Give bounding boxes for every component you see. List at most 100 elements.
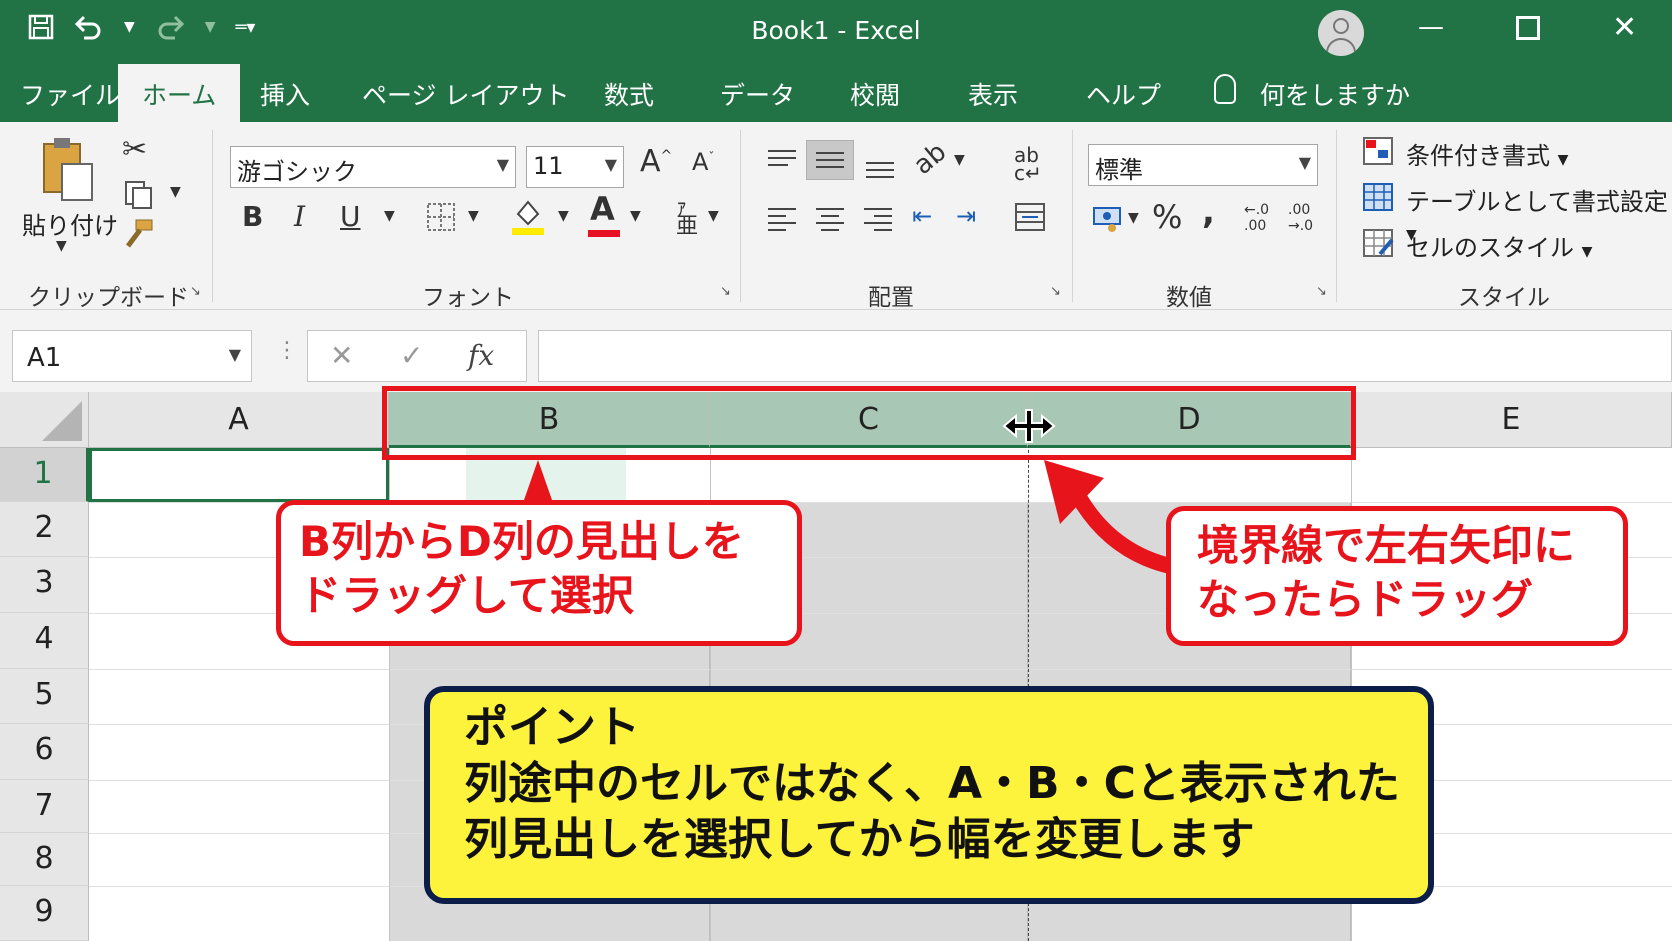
group-separator xyxy=(1072,130,1073,302)
align-bottom-icon[interactable] xyxy=(866,162,894,183)
select-all-button[interactable] xyxy=(0,392,89,448)
paste-label[interactable]: 貼り付け xyxy=(22,206,118,241)
font-group-label: フォント xyxy=(422,285,514,311)
group-separator xyxy=(740,130,741,302)
maximize-icon[interactable] xyxy=(1516,16,1540,40)
font-size-value: 11 xyxy=(533,152,564,180)
font-size-combo[interactable]: 11 ▼ xyxy=(526,146,624,188)
underline-button[interactable]: U xyxy=(340,200,361,233)
point-line-1: 列途中のセルではなく、A・B・Cと表示された xyxy=(464,758,1400,809)
merge-center-icon[interactable] xyxy=(1014,202,1046,232)
minimize-icon[interactable]: — xyxy=(1418,12,1444,42)
tab-page-layout[interactable]: ページ レイアウト xyxy=(362,76,569,112)
paste-dropdown-icon[interactable]: ▼ xyxy=(56,238,67,254)
bold-button[interactable]: B xyxy=(242,200,263,233)
point-note: ポイント 列途中のセルではなく、A・B・Cと表示された 列見出しを選択してから幅… xyxy=(424,686,1434,904)
copy-icon[interactable] xyxy=(124,180,154,210)
tell-me-search[interactable]: 何をしますか xyxy=(1260,76,1410,112)
percent-style-button[interactable]: % xyxy=(1152,198,1182,236)
conditional-formatting-label[interactable]: 条件付き書式 ▼ xyxy=(1406,136,1568,171)
active-cell-a1[interactable] xyxy=(89,448,389,502)
user-avatar-icon[interactable] xyxy=(1318,10,1364,56)
align-center-icon[interactable] xyxy=(816,208,844,236)
grow-font-button[interactable]: A^ xyxy=(640,144,672,179)
row-header-8[interactable]: 8 xyxy=(0,833,89,886)
italic-button[interactable]: I xyxy=(294,200,305,233)
phonetic-dropdown-icon[interactable]: ▼ xyxy=(708,208,719,224)
tab-file[interactable]: ファイル xyxy=(20,76,120,112)
borders-icon[interactable] xyxy=(426,202,456,232)
alignment-group-label: 配置 xyxy=(868,285,914,311)
row-header-7[interactable]: 7 xyxy=(0,780,89,833)
tab-view[interactable]: 表示 xyxy=(968,76,1018,112)
formula-bar: A1 ▼ ⋮ ✕ ✓ fx xyxy=(0,310,1672,392)
group-separator xyxy=(1336,130,1337,302)
styles-group-label: スタイル xyxy=(1458,285,1550,311)
chevron-down-icon: ▼ xyxy=(1298,153,1311,172)
formula-buttons: ✕ ✓ fx xyxy=(307,330,527,382)
paste-icon[interactable] xyxy=(40,136,96,204)
alignment-launcher-icon[interactable]: ↘ xyxy=(1050,284,1061,299)
tab-help[interactable]: ヘルプ xyxy=(1086,76,1161,112)
decrease-indent-icon[interactable]: ⇤ xyxy=(912,202,932,230)
font-launcher-icon[interactable]: ↘ xyxy=(720,284,731,299)
orientation-dropdown-icon[interactable]: ▼ xyxy=(954,152,965,168)
cell-styles-icon[interactable] xyxy=(1362,228,1396,260)
align-right-icon[interactable] xyxy=(864,208,892,236)
font-color-button[interactable]: A xyxy=(590,190,615,228)
shrink-font-button[interactable]: Aˇ xyxy=(692,148,714,176)
formula-bar-grip-icon[interactable]: ⋮ xyxy=(276,338,298,363)
accounting-format-icon[interactable] xyxy=(1092,202,1124,234)
clipboard-launcher-icon[interactable]: ↘ xyxy=(190,284,201,299)
row-header-4[interactable]: 4 xyxy=(0,613,89,669)
tab-review[interactable]: 校閲 xyxy=(850,76,900,112)
increase-decimal-button[interactable]: ←.0 .00 xyxy=(1244,202,1274,234)
row-header-5[interactable]: 5 xyxy=(0,669,89,724)
font-color-swatch xyxy=(588,230,620,237)
borders-dropdown-icon[interactable]: ▼ xyxy=(468,208,479,224)
column-header-e[interactable]: E xyxy=(1351,392,1672,448)
conditional-formatting-icon[interactable] xyxy=(1362,136,1396,168)
align-left-icon[interactable] xyxy=(768,208,796,236)
left-callout-line-1: B列からD列の見出しを xyxy=(299,517,744,566)
align-top-icon[interactable] xyxy=(768,150,796,171)
insert-function-icon[interactable]: fx xyxy=(468,339,494,372)
format-painter-icon[interactable] xyxy=(122,218,154,250)
row-header-3[interactable]: 3 xyxy=(0,557,89,613)
enter-icon[interactable]: ✓ xyxy=(400,339,423,372)
row-header-2[interactable]: 2 xyxy=(0,502,89,557)
fill-color-dropdown-icon[interactable]: ▼ xyxy=(558,208,569,224)
right-callout-line-2: なったらドラッグ xyxy=(1197,575,1534,624)
tab-insert[interactable]: 挿入 xyxy=(260,76,310,112)
font-name-combo[interactable]: 游ゴシック ▼ xyxy=(230,146,516,188)
orientation-icon[interactable]: ab xyxy=(908,137,952,181)
row-header-9[interactable]: 9 xyxy=(0,886,89,941)
cell-styles-label[interactable]: セルのスタイル ▼ xyxy=(1406,228,1592,263)
tab-formulas[interactable]: 数式 xyxy=(604,76,654,112)
tab-home[interactable]: ホーム xyxy=(118,64,241,122)
number-format-combo[interactable]: 標準 ▼ xyxy=(1088,144,1318,186)
formula-input[interactable] xyxy=(538,330,1672,382)
phonetic-guide-icon[interactable]: ｧ亜 xyxy=(676,198,698,238)
cut-icon[interactable]: ✂ xyxy=(122,132,147,167)
lightbulb-icon xyxy=(1214,74,1236,104)
tab-data[interactable]: データ xyxy=(720,76,795,112)
font-color-dropdown-icon[interactable]: ▼ xyxy=(630,208,641,224)
close-icon[interactable]: ✕ xyxy=(1612,10,1637,45)
accounting-dropdown-icon[interactable]: ▼ xyxy=(1128,210,1139,226)
right-callout-line-1: 境界線で左右矢印に xyxy=(1197,521,1576,570)
decrease-decimal-button[interactable]: .00 →.0 xyxy=(1288,202,1318,234)
row-header-6[interactable]: 6 xyxy=(0,724,89,780)
copy-dropdown-icon[interactable]: ▼ xyxy=(170,184,181,200)
column-header-a[interactable]: A xyxy=(89,392,389,448)
underline-dropdown-icon[interactable]: ▼ xyxy=(384,208,395,224)
fill-color-icon[interactable] xyxy=(510,196,546,236)
row-header-1[interactable]: 1 xyxy=(0,448,89,502)
comma-style-button[interactable]: , xyxy=(1202,192,1215,232)
name-box[interactable]: A1 ▼ xyxy=(12,330,252,382)
format-as-table-icon[interactable] xyxy=(1362,182,1396,214)
increase-indent-icon[interactable]: ⇥ xyxy=(956,202,976,230)
number-launcher-icon[interactable]: ↘ xyxy=(1316,284,1327,299)
wrap-text-icon[interactable]: ab c↵ xyxy=(1014,145,1042,183)
cancel-icon[interactable]: ✕ xyxy=(330,339,353,372)
